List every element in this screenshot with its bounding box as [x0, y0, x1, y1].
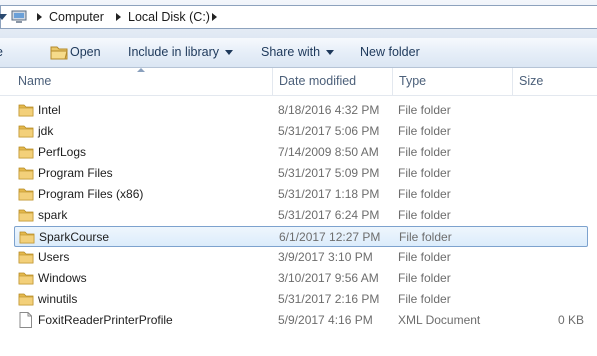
address-bar-area: Computer Local Disk (C:)	[0, 0, 597, 38]
folder-icon	[18, 104, 34, 117]
share-with-button[interactable]: Share with	[261, 45, 335, 59]
folder-icon	[18, 293, 34, 306]
file-row[interactable]: Intel 8/18/2016 4:32 PM File folder	[14, 100, 588, 121]
include-in-library-label: Include in library	[128, 45, 220, 59]
folder-icon	[18, 146, 34, 159]
file-size	[488, 247, 584, 268]
file-row[interactable]: spark 5/31/2017 6:24 PM File folder	[14, 205, 588, 226]
breadcrumb-arrow-icon[interactable]	[116, 13, 121, 21]
file-row[interactable]: PerfLogs 7/14/2009 8:50 AM File folder	[14, 142, 588, 163]
column-type-label: Type	[399, 74, 427, 88]
file-type: File folder	[398, 271, 451, 285]
column-header-size[interactable]: Size	[513, 68, 597, 95]
column-header-date[interactable]: Date modified	[273, 68, 392, 95]
column-header-row: Name Date modified Type Size	[0, 68, 597, 96]
file-size: 0 KB	[557, 313, 584, 327]
file-name: PerfLogs	[38, 145, 87, 159]
chevron-down-icon	[326, 50, 335, 56]
file-row[interactable]: Program Files 5/31/2017 5:09 PM File folde…	[14, 163, 588, 184]
open-folder-icon	[50, 46, 68, 60]
folder-icon	[18, 125, 34, 138]
file-date-modified: 5/31/2017 6:24 PM	[278, 208, 380, 222]
file-type: XML Document	[398, 313, 481, 327]
file-name: Windows	[38, 271, 87, 285]
file-size	[488, 142, 584, 163]
file-size	[488, 184, 584, 205]
open-button[interactable]: Open	[70, 45, 101, 59]
share-with-label: Share with	[261, 45, 321, 59]
command-bar: e Open Include in library Share with New…	[0, 38, 597, 68]
breadcrumb-arrow-icon[interactable]	[212, 13, 217, 21]
file-type: File folder	[398, 292, 451, 306]
column-header-name[interactable]: Name	[12, 68, 272, 95]
folder-icon	[18, 188, 34, 201]
column-header-type[interactable]: Type	[393, 68, 512, 95]
address-bar[interactable]: Computer Local Disk (C:)	[0, 5, 597, 29]
file-row[interactable]: Users 3/9/2017 3:10 PM File folder	[14, 247, 588, 268]
file-name: winutils	[38, 292, 78, 306]
file-type: File folder	[398, 145, 451, 159]
file-size	[488, 121, 584, 142]
breadcrumb-arrow-icon[interactable]	[37, 13, 42, 21]
file-size	[488, 100, 584, 121]
file-row[interactable]: SparkCourse 6/1/2017 12:27 PM File folder	[14, 226, 588, 247]
file-date-modified: 5/9/2017 4:16 PM	[278, 313, 373, 327]
breadcrumb-local-disk[interactable]: Local Disk (C:)	[128, 10, 210, 24]
file-size	[488, 205, 584, 226]
folder-icon	[18, 209, 34, 222]
column-date-label: Date modified	[279, 74, 357, 88]
file-date-modified: 3/10/2017 9:56 AM	[278, 271, 379, 285]
file-date-modified: 5/31/2017 5:09 PM	[278, 166, 380, 180]
file-name: FoxitReaderPrinterProfile	[38, 313, 173, 327]
organize-menu-fragment[interactable]: e	[0, 45, 3, 59]
file-type: File folder	[398, 250, 451, 264]
new-folder-button[interactable]: New folder	[360, 45, 420, 59]
computer-icon	[11, 10, 27, 23]
file-row[interactable]: FoxitReaderPrinterProfile 5/9/2017 4:16 P…	[14, 310, 588, 331]
file-type: File folder	[398, 124, 451, 138]
folder-icon	[18, 272, 34, 285]
file-type: File folder	[398, 208, 451, 222]
file-row[interactable]: Windows 3/10/2017 9:56 AM File folder	[14, 268, 588, 289]
file-date-modified: 5/31/2017 5:06 PM	[278, 124, 380, 138]
chevron-down-icon	[225, 50, 234, 56]
file-size	[488, 163, 584, 184]
file-name: Users	[38, 250, 70, 264]
history-dropdown-icon[interactable]	[0, 14, 7, 20]
file-name: Intel	[38, 103, 61, 117]
file-name: Program Files (x86)	[38, 187, 144, 201]
file-type: File folder	[399, 230, 452, 244]
file-row[interactable]: jdk 5/31/2017 5:06 PM File folder	[14, 121, 588, 142]
file-type: File folder	[398, 103, 451, 117]
file-type: File folder	[398, 187, 451, 201]
file-row[interactable]: winutils 5/31/2017 2:16 PM File folder	[14, 289, 588, 310]
column-size-label: Size	[519, 74, 544, 88]
document-icon	[19, 312, 32, 328]
file-name: SparkCourse	[39, 230, 110, 244]
file-size	[488, 268, 584, 289]
file-size	[488, 289, 584, 310]
folder-icon	[19, 231, 35, 244]
file-date-modified: 3/9/2017 3:10 PM	[278, 250, 373, 264]
file-name: jdk	[38, 124, 54, 138]
file-row[interactable]: Program Files (x86) 5/31/2017 1:18 PM File…	[14, 184, 588, 205]
file-date-modified: 7/14/2009 8:50 AM	[278, 145, 379, 159]
column-name-label: Name	[18, 74, 52, 88]
file-date-modified: 6/1/2017 12:27 PM	[279, 230, 381, 244]
file-name: spark	[38, 208, 68, 222]
file-name: Program Files	[38, 166, 113, 180]
file-date-modified: 5/31/2017 1:18 PM	[278, 187, 380, 201]
file-type: File folder	[398, 166, 451, 180]
folder-icon	[18, 167, 34, 180]
folder-icon	[18, 251, 34, 264]
file-date-modified: 5/31/2017 2:16 PM	[278, 292, 380, 306]
file-date-modified: 8/18/2016 4:32 PM	[278, 103, 380, 117]
file-size	[489, 227, 585, 248]
include-in-library-button[interactable]: Include in library	[128, 45, 234, 59]
sort-ascending-icon	[137, 68, 145, 72]
breadcrumb-computer[interactable]: Computer	[49, 10, 104, 24]
